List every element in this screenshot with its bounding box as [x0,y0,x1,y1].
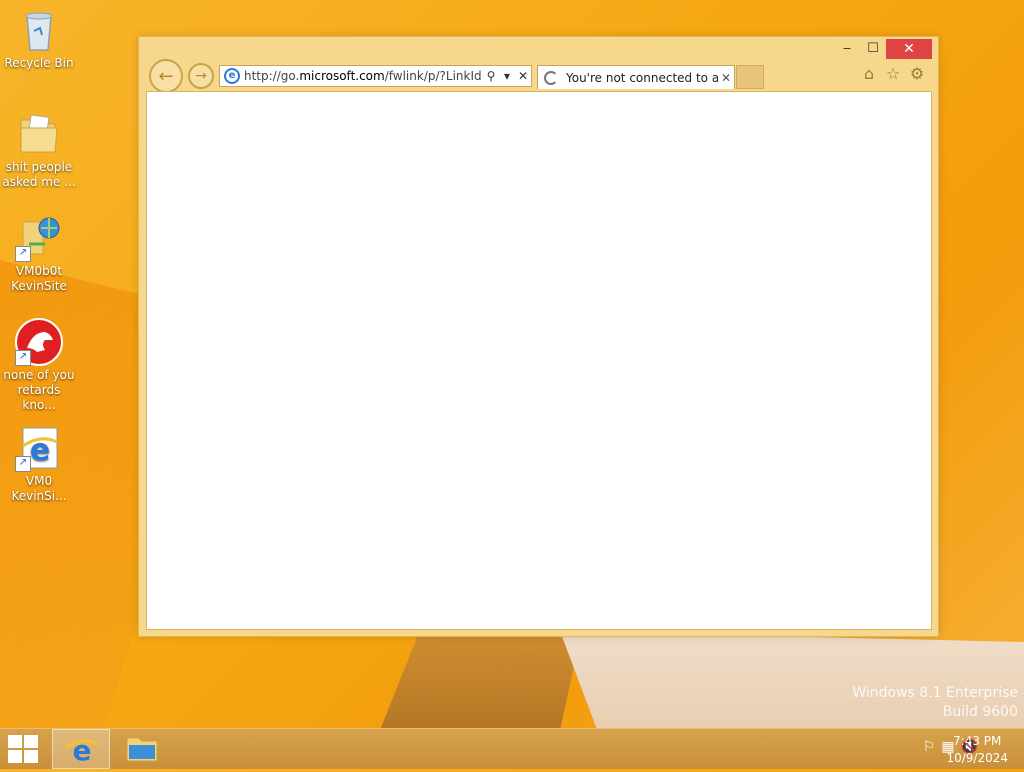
arrow-left-icon: ← [158,66,174,87]
ie-shortcut-icon: e ↗ [15,424,63,472]
desktop-icon-label: VM0 [25,474,53,488]
favorites-star-icon[interactable]: ☆ [884,65,902,83]
search-icon[interactable]: ⚲ [483,69,499,83]
address-url[interactable]: http://go.microsoft.com/fwlink/p/?LinkId… [244,69,483,83]
desktop-icon-vm0[interactable]: e ↗ VM0 KevinSi... [0,424,78,504]
wallpaper-shape [380,630,580,730]
desktop-icon-label: Recycle Bin [4,56,74,70]
minimize-button[interactable]: ‒ [834,39,860,59]
loading-spinner-icon [544,70,558,85]
shortcut-arrow-icon: ↗ [15,350,31,366]
browser-window: ‒ ☐ ✕ ← → e http://go.microsoft.com/fwli… [138,36,939,637]
desktop-icon-label: retards kno... [17,383,61,412]
shortcut-arrow-icon: ↗ [15,246,31,262]
taskbar-file-explorer[interactable] [113,729,171,769]
desktop-icon-folder[interactable]: shit people asked me ... [0,110,78,190]
watermark-build: Build 9600 [942,704,1018,720]
desktop-icon-label: KevinSite [11,279,67,293]
desktop-icon-label: KevinSi... [11,489,67,503]
desktop-icon-label: VM0b0t [15,264,63,278]
taskbar: e ⚐ ▦ 🔇 7:43 PM 10/9/2024 [0,728,1024,769]
desktop-icon-vm0b0t[interactable]: ↗ VM0b0t KevinSite [0,214,78,294]
recycle-bin-icon [15,6,63,54]
start-button[interactable] [8,735,38,763]
clock-date: 10/9/2024 [946,751,1008,765]
settings-gear-icon[interactable]: ⚙ [908,65,926,83]
windows-watermark: Windows 8.1 Enterprise Build 9600 [852,684,1018,722]
url-suffix: /fwlink/p/?LinkId=2 [384,69,483,83]
stop-icon[interactable]: ✕ [515,69,531,83]
windows-logo-icon [8,735,22,748]
clock[interactable]: 7:43 PM 10/9/2024 [946,733,1008,767]
dragon-app-icon: ↗ [15,318,63,366]
maximize-button[interactable]: ☐ [860,39,886,59]
url-domain: microsoft.com [299,69,385,83]
action-center-flag-icon[interactable]: ⚐ [923,739,936,755]
windows-logo-pane [24,750,38,763]
taskbar-internet-explorer[interactable]: e [52,729,110,769]
internet-explorer-icon: e [65,734,99,767]
window-controls: ‒ ☐ ✕ [834,39,932,59]
page-content[interactable] [146,91,932,630]
desktop-icon-dragon-app[interactable]: ↗ none of you retards kno... [0,318,78,413]
arrow-right-icon: → [195,68,207,84]
shortcut-arrow-icon: ↗ [15,456,31,472]
tab-title: You're not connected to a ... [566,70,718,85]
home-icon[interactable]: ⌂ [860,65,878,83]
folder-icon [15,110,63,158]
forward-button[interactable]: → [188,63,214,89]
new-tab-button[interactable] [736,65,764,89]
back-button[interactable]: ← [149,59,183,93]
dropdown-arrow-icon[interactable]: ▾ [499,69,515,83]
network-shortcut-icon: ↗ [15,214,63,262]
windows-logo-pane [8,750,22,763]
url-prefix: http://go. [244,69,300,83]
close-button[interactable]: ✕ [886,39,932,59]
desktop-icon-label: none of you [3,368,75,382]
desktop-icon-recycle-bin[interactable]: Recycle Bin [0,6,78,71]
file-explorer-icon [126,737,158,762]
tab-close-icon[interactable]: ✕ [718,71,734,85]
tab-active[interactable]: You're not connected to a ... ✕ [537,65,735,89]
desktop-icon-label: shit people [5,160,73,174]
ie-page-icon: e [224,68,240,84]
address-bar[interactable]: e http://go.microsoft.com/fwlink/p/?Link… [219,65,532,87]
svg-text:e: e [73,734,92,767]
browser-toolbar: ⌂ ☆ ⚙ [860,65,926,83]
windows-logo-pane [24,735,38,748]
desktop-icon-label: asked me ... [2,175,76,189]
clock-time: 7:43 PM [953,734,1002,748]
desktop: { "desktop": { "icons": [ {"label_lines"… [0,0,1024,769]
watermark-edition: Windows 8.1 Enterprise [852,685,1018,701]
